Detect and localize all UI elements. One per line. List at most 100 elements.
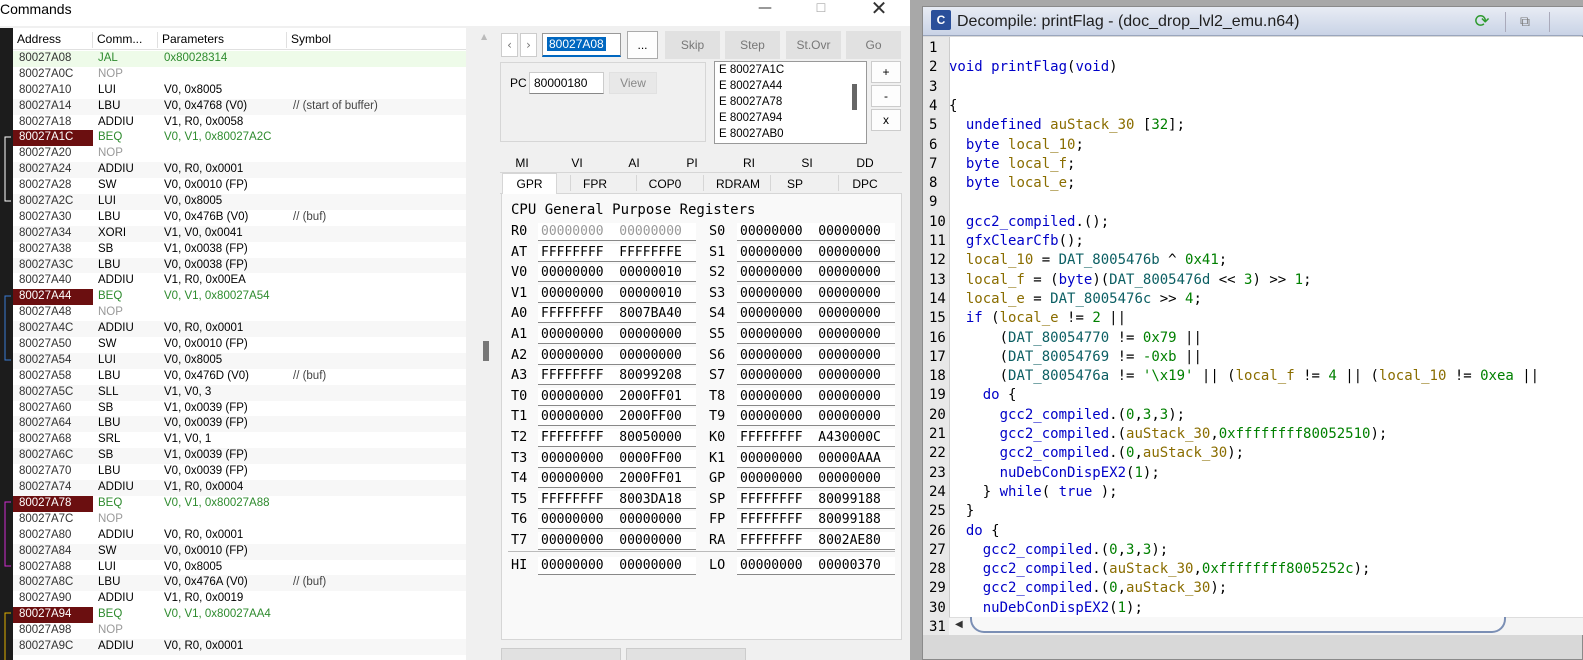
table-row[interactable]: 80027A74 ADDIU V1, R0, 0x0004	[13, 480, 466, 496]
horizontal-scroll-thumb[interactable]	[970, 617, 1506, 633]
browse-button[interactable]: ...	[627, 31, 658, 59]
scroll-left-icon[interactable]: ◀	[955, 619, 963, 630]
table-row[interactable]: 80027A5C SLL V1, V0, 3	[13, 384, 466, 401]
register-value[interactable]: 00000000 00000AAA	[737, 449, 895, 468]
table-row[interactable]: 80027A18 ADDIU V1, R0, 0x0058	[13, 115, 466, 131]
register-value[interactable]: FFFFFFFF 8007BA40	[538, 305, 696, 324]
code-line[interactable]: void printFlag(void)	[949, 59, 1118, 75]
clear-breakpoints-button[interactable]: x	[871, 109, 901, 131]
code-line[interactable]: do {	[949, 387, 1017, 403]
tab-rdram[interactable]: RDRAM	[709, 174, 767, 194]
breakpoint-item[interactable]: E 80027A94	[719, 112, 782, 124]
register-value[interactable]: 00000000 00000000	[737, 367, 895, 386]
table-row[interactable]: 80027A94 BEQ V0, V1, 0x80027AA4	[13, 607, 466, 624]
table-row[interactable]: 80027A14 LBU V0, 0x4768 (V0) // (start of b…	[13, 98, 466, 115]
table-row[interactable]: 80027A6C SB V1, 0x0039 (FP)	[13, 448, 466, 465]
forward-button[interactable]: ›	[520, 33, 537, 57]
code-line[interactable]: byte local_f;	[949, 156, 1076, 172]
register-value[interactable]: FFFFFFFF FFFFFFFE	[538, 243, 696, 262]
table-row[interactable]: 80027A28 SW V0, 0x0010 (FP)	[13, 178, 466, 194]
code-line[interactable]: do {	[949, 523, 1000, 539]
remove-breakpoint-button[interactable]: -	[871, 85, 901, 107]
tab-fpr[interactable]: FPR	[570, 174, 620, 194]
table-row[interactable]: 80027A20 NOP	[13, 146, 466, 162]
table-row[interactable]: 80027A70 LBU V0, 0x0039 (FP)	[13, 464, 466, 480]
table-row[interactable]: 80027A30 LBU V0, 0x476B (V0) // (buf)	[13, 210, 466, 226]
table-row[interactable]: 80027A58 LBU V0, 0x476D (V0) // (buf)	[13, 369, 466, 385]
table-row[interactable]: 80027A54 LUI V0, 0x8005	[13, 352, 466, 369]
code-line[interactable]: {	[949, 98, 957, 114]
code-line[interactable]: undefined auStack_30 [32];	[949, 117, 1185, 133]
code-line[interactable]: }	[949, 503, 974, 519]
table-row[interactable]: 80027A34 XORI V1, V0, 0x0041	[13, 225, 466, 242]
column-header-address[interactable]: Address	[13, 32, 93, 48]
tab-cop0[interactable]: COP0	[640, 174, 690, 194]
code-line[interactable]: gcc2_compiled.();	[949, 214, 1109, 230]
code-line[interactable]: gcc2_compiled.(0,auStack_30);	[949, 580, 1227, 596]
register-value[interactable]: 00000000 2000FF01	[538, 470, 696, 489]
register-value[interactable]: FFFFFFFF 8002AE80	[737, 532, 895, 550]
breakpoint-item[interactable]: E 80027A1C	[719, 64, 784, 76]
register-value[interactable]: 00000000 00000000	[737, 470, 895, 489]
code-line[interactable]: (DAT_80054770 != 0x79 ||	[949, 330, 1202, 346]
register-value[interactable]: 00000000 00000000	[538, 326, 696, 344]
table-row[interactable]: 80027A3C LBU V0, 0x0038 (FP)	[13, 257, 466, 274]
pc-input[interactable]: 80000180	[529, 72, 604, 94]
table-row[interactable]: 80027A64 LBU V0, 0x0039 (FP)	[13, 416, 466, 433]
code-line[interactable]: if (local_e != 2 ||	[949, 310, 1126, 326]
breakpoint-item[interactable]: E 80027A78	[719, 96, 782, 108]
code-line[interactable]: (DAT_80054769 != -0xb ||	[949, 349, 1202, 365]
collapse-up-icon[interactable]: ▲	[481, 32, 487, 41]
step-button[interactable]: Step	[725, 31, 780, 59]
step-over-button[interactable]: St.Ovr	[786, 31, 841, 59]
register-value[interactable]: 00000000 2000FF00	[538, 408, 696, 427]
tab-dpc[interactable]: DPC	[845, 174, 885, 194]
code-line[interactable]: } while( true );	[949, 484, 1118, 500]
register-value[interactable]: FFFFFFFF 80050000	[538, 429, 696, 447]
table-row[interactable]: 80027A48 NOP	[13, 305, 466, 321]
table-row[interactable]: 80027A24 ADDIU V0, R0, 0x0001	[13, 162, 466, 179]
tab-ri[interactable]: RI	[729, 153, 769, 173]
code-line[interactable]: gfxClearCfb();	[949, 233, 1084, 249]
table-row[interactable]: 80027A78 BEQ V0, V1, 0x80027A88	[13, 495, 466, 512]
add-breakpoint-button[interactable]: +	[871, 61, 901, 83]
code-line[interactable]: local_10 = DAT_8005476b ^ 0x41;	[949, 252, 1227, 268]
register-value[interactable]: 00000000 00000000	[737, 387, 895, 406]
register-value[interactable]: 00000000 2000FF01	[538, 387, 696, 406]
code-line[interactable]: gcc2_compiled.(0,auStack_30);	[949, 445, 1244, 461]
breakpoint-list[interactable]: E 80027A1C E 80027A44 E 80027A78 E 80027…	[714, 61, 867, 144]
copy-icon[interactable]: ⧉	[1515, 12, 1535, 32]
code-line[interactable]: byte local_e;	[949, 175, 1076, 191]
minimize-icon[interactable]: —	[742, 0, 788, 22]
tab-ai[interactable]: AI	[614, 153, 654, 173]
table-row[interactable]: 80027A8C LBU V0, 0x476A (V0) // (buf)	[13, 575, 466, 592]
skip-button[interactable]: Skip	[665, 31, 720, 59]
register-value[interactable]: FFFFFFFF 80099188	[737, 511, 895, 530]
table-row[interactable]: 80027A9C ADDIU V0, R0, 0x0001	[13, 638, 466, 655]
register-value[interactable]: 00000000 00000000	[737, 264, 895, 283]
table-row[interactable]: 80027A38 SB V1, 0x0038 (FP)	[13, 242, 466, 258]
goto-address-input[interactable]: 80027A08	[542, 33, 621, 57]
register-value-lo[interactable]: 00000000 00000370	[737, 557, 895, 575]
maximize-icon[interactable]: ☐	[798, 0, 844, 22]
register-value[interactable]: 00000000 00000000	[737, 408, 895, 427]
close-icon[interactable]: ✕	[856, 0, 902, 22]
register-value[interactable]: 00000000 00000000	[538, 532, 696, 550]
table-row[interactable]: 80027A10 LUI V0, 0x8005	[13, 83, 466, 99]
code-line[interactable]: byte local_10;	[949, 137, 1084, 153]
breakpoint-scrollbar[interactable]	[852, 84, 857, 110]
table-row[interactable]: 80027A90 ADDIU V1, R0, 0x0019	[13, 591, 466, 607]
tab-pi[interactable]: PI	[672, 153, 712, 173]
table-row[interactable]: 80027A4C ADDIU V0, R0, 0x0001	[13, 321, 466, 338]
register-value[interactable]: 00000000 00000010	[538, 264, 696, 283]
register-value[interactable]: 00000000 00000000	[737, 346, 895, 365]
go-button[interactable]: Go	[846, 31, 901, 59]
table-row[interactable]: 80027A08 JAL 0x80028314	[13, 51, 466, 67]
code-line[interactable]: local_e = DAT_8005476c >> 4;	[949, 291, 1202, 307]
code-line[interactable]: (DAT_8005476a != '\x19' || (local_f != 4…	[949, 368, 1540, 384]
code-line[interactable]: gcc2_compiled.(0,3,3);	[949, 407, 1185, 423]
code-line[interactable]: nuDebConDispEX2(1);	[949, 465, 1160, 481]
code-line[interactable]: local_f = (byte)(DAT_8005476d << 3) >> 1…	[949, 272, 1312, 288]
register-value[interactable]: 00000000 00000000	[737, 305, 895, 324]
register-value[interactable]: 00000000 00000000	[737, 223, 895, 241]
